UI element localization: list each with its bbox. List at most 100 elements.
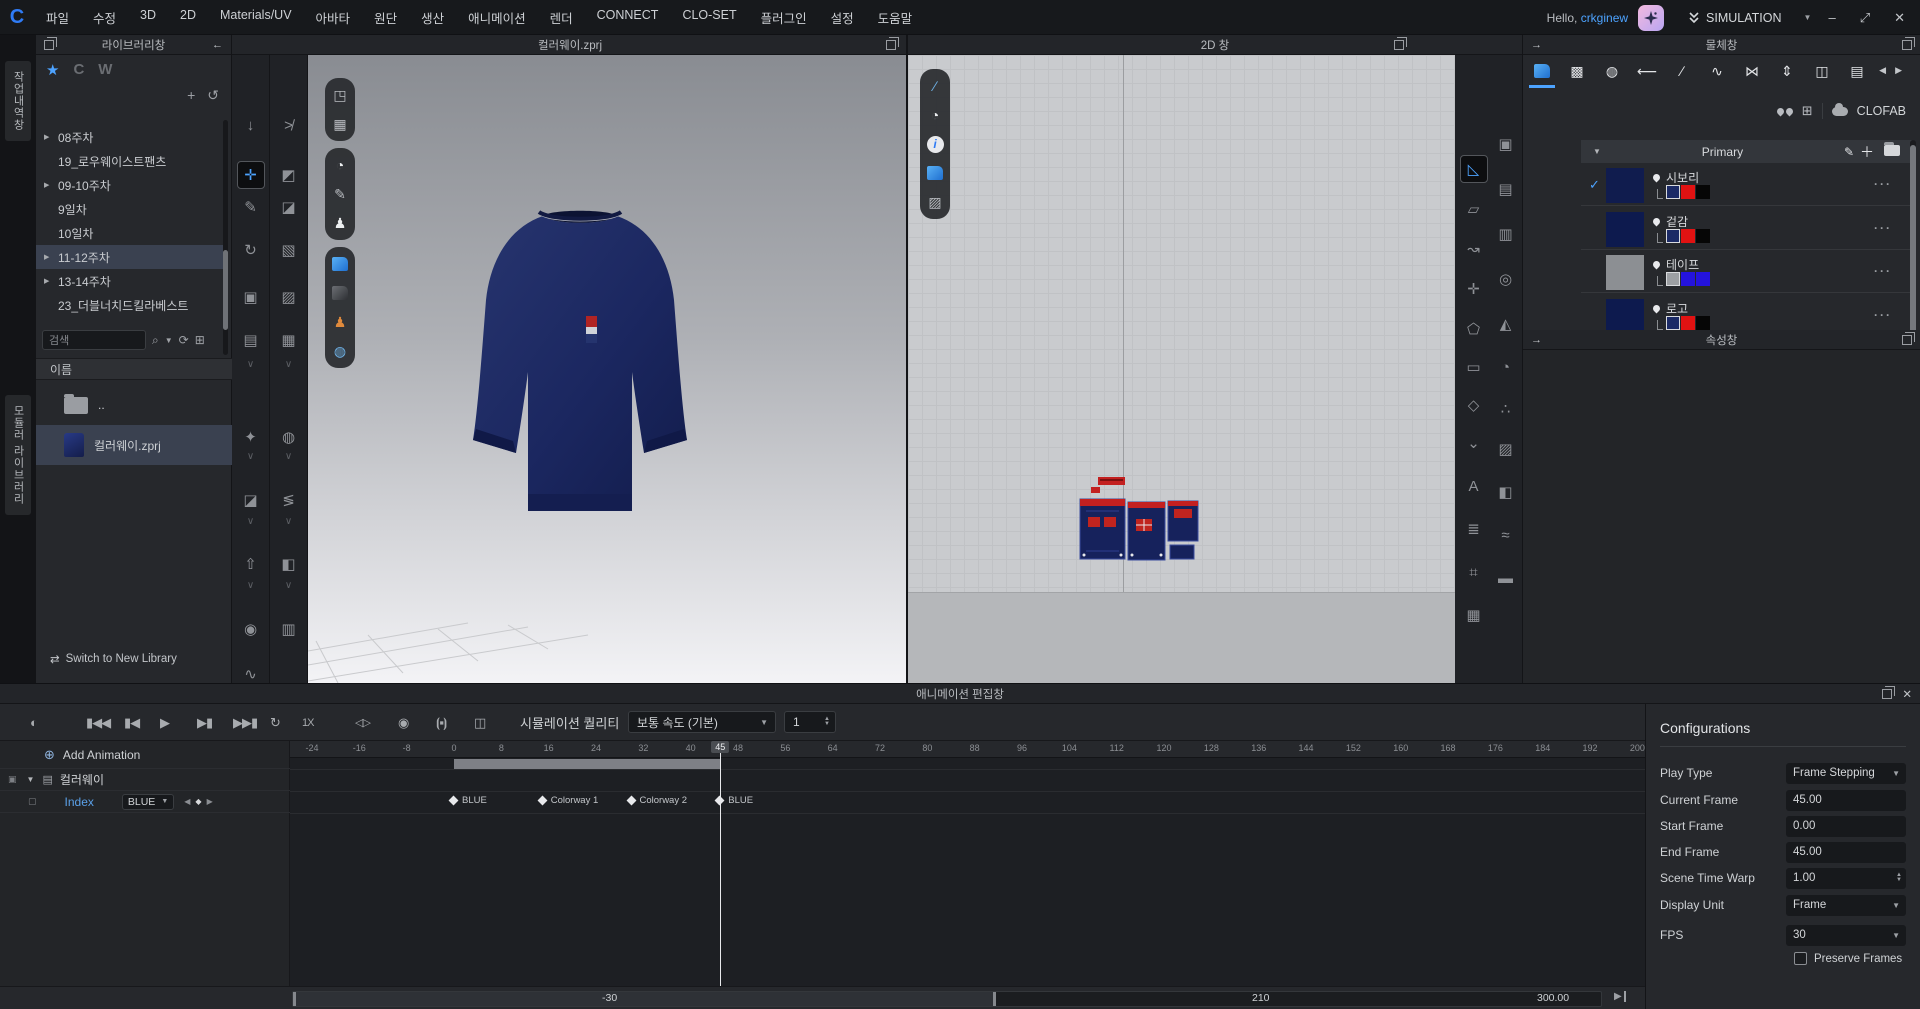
chevron-down-icon[interactable]: ▼ bbox=[1804, 13, 1812, 22]
pin-tool[interactable]: ✦ bbox=[237, 423, 265, 451]
gravity-tool[interactable]: ↓ bbox=[237, 111, 265, 139]
timeline-ruler[interactable]: -24-16-808162432404856647280889610411212… bbox=[290, 741, 1645, 758]
menu-2D[interactable]: 2D bbox=[168, 8, 208, 27]
playhead-frame-flag[interactable]: 45 bbox=[711, 741, 729, 753]
menu-수정[interactable]: 수정 bbox=[81, 8, 128, 27]
button-tool[interactable]: ◍ bbox=[275, 423, 303, 451]
tree-item[interactable]: ▶08주차 bbox=[36, 125, 226, 149]
menu-도움말[interactable]: 도움말 bbox=[866, 8, 925, 27]
fabric-row[interactable]: ✓시보리··· bbox=[1581, 165, 1914, 206]
text-tool[interactable]: A bbox=[1460, 472, 1488, 500]
fabric-row[interactable]: 로고··· bbox=[1581, 296, 1914, 331]
interpolation-button[interactable]: ◁▷ bbox=[355, 704, 370, 741]
dock-right-icon[interactable]: → bbox=[1531, 334, 1542, 346]
ai-assistant-icon[interactable] bbox=[1638, 5, 1664, 31]
colorway-swatch[interactable] bbox=[1696, 185, 1710, 199]
drape-tool[interactable]: ▨ bbox=[275, 283, 303, 311]
strengthen-mesh-tool[interactable]: ⇧ bbox=[237, 550, 265, 578]
viewport-2d[interactable]: ∕◔i▨ bbox=[908, 55, 1455, 683]
library-file-row[interactable]: .. bbox=[36, 385, 232, 425]
padding-tab[interactable]: ◫ bbox=[1811, 60, 1833, 82]
colorway-swatch[interactable] bbox=[1681, 229, 1695, 243]
minimize-button[interactable]: – bbox=[1821, 10, 1842, 25]
preserve-frames-checkbox[interactable]: Preserve Frames bbox=[1794, 952, 1902, 965]
fit-range-icon[interactable]: ▶ bbox=[1614, 991, 1626, 1002]
segment-sew-tool[interactable]: ▣ bbox=[1492, 130, 1520, 158]
mn-sew-tool[interactable]: ▥ bbox=[1492, 220, 1520, 248]
tabs-scroll-right-icon[interactable]: ▶ bbox=[1895, 65, 1902, 76]
free-sew-tool[interactable]: ▤ bbox=[1492, 175, 1520, 203]
collapse-left-icon[interactable]: ← bbox=[212, 39, 223, 51]
collapse-chevron[interactable]: ∨ bbox=[237, 357, 265, 371]
playhead-line[interactable] bbox=[720, 741, 721, 986]
shirt-tool[interactable]: ◔ bbox=[1492, 353, 1520, 381]
colorway-swatch[interactable] bbox=[1696, 316, 1710, 330]
colorway-swatch[interactable] bbox=[1696, 229, 1710, 243]
library-scrollbar[interactable] bbox=[223, 120, 228, 355]
keyframe-marker[interactable]: Colorway 1 bbox=[539, 795, 599, 806]
fps-input[interactable]: 30▼ bbox=[1786, 925, 1906, 946]
fit-tool[interactable]: ▦ bbox=[275, 326, 303, 354]
connect-library-icon[interactable]: W bbox=[98, 61, 112, 79]
close-icon[interactable]: ✕ bbox=[1902, 687, 1912, 701]
reshape-tool[interactable]: ✎ bbox=[237, 193, 265, 221]
detect-sew-tool[interactable]: ◎ bbox=[1492, 265, 1520, 293]
prev-frame-button[interactable]: ▮◀ bbox=[124, 704, 139, 741]
sew-segment-tool[interactable]: ▣ bbox=[237, 283, 265, 311]
add-keyframe-icon[interactable]: ◆ bbox=[195, 797, 201, 806]
detach-icon[interactable] bbox=[44, 40, 54, 50]
show-garment-icon[interactable]: ◔ bbox=[925, 105, 945, 125]
pattern-pieces[interactable] bbox=[1078, 475, 1203, 570]
environment-globe-icon[interactable]: ◍ bbox=[330, 341, 350, 361]
seam-tape-tool[interactable]: ▬ bbox=[1492, 564, 1520, 592]
track-group-row[interactable]: ▣ ▼ ▤ 컬러웨이 bbox=[0, 769, 290, 791]
tree-item[interactable]: ▶09-10주차 bbox=[36, 173, 226, 197]
notch-tool[interactable]: ⌄ bbox=[1460, 429, 1488, 457]
add-point-tool[interactable]: ✛ bbox=[1460, 275, 1488, 303]
add-folder-icon[interactable]: + bbox=[187, 87, 195, 104]
play-type-input[interactable]: Frame Stepping▼ bbox=[1786, 763, 1906, 784]
row-menu-icon[interactable]: ··· bbox=[1874, 221, 1892, 235]
collapse-chevron[interactable]: ∨ bbox=[275, 357, 303, 371]
speed-1x-button[interactable]: 1X bbox=[302, 704, 313, 741]
tape-tab[interactable]: ▤ bbox=[1846, 60, 1868, 82]
detach-icon[interactable] bbox=[1394, 40, 1404, 50]
simulation-mode-selector[interactable]: SIMULATION ▼ bbox=[1688, 11, 1811, 25]
fold-tool[interactable]: ◪ bbox=[275, 193, 303, 221]
checkbox-icon[interactable] bbox=[1794, 952, 1807, 965]
menu-3D[interactable]: 3D bbox=[128, 8, 168, 27]
expand-arrow-icon[interactable]: ▼ bbox=[27, 775, 35, 784]
tree-item[interactable]: 9일차 bbox=[36, 197, 226, 221]
show-pattern-icon[interactable]: ✎ bbox=[330, 184, 350, 204]
spinner-arrows-icon[interactable]: ▲▼ bbox=[824, 717, 830, 727]
tab-modular-library[interactable]: 모듈러 라이브러리 bbox=[5, 395, 31, 515]
colorway-swatch[interactable] bbox=[1666, 316, 1680, 330]
row-menu-icon[interactable]: ··· bbox=[1874, 264, 1892, 278]
sew-free-tool[interactable]: ▤ bbox=[237, 326, 265, 354]
collapse-chevron[interactable]: ∨ bbox=[237, 449, 265, 463]
collapse-chevron[interactable]: ∨ bbox=[275, 514, 303, 528]
collapse-chevron[interactable]: ∨ bbox=[275, 449, 303, 463]
transform-pattern-tool[interactable]: ◺ bbox=[1460, 155, 1488, 183]
polygon-tool[interactable]: ⬠ bbox=[1460, 315, 1488, 343]
garment-3d-sweatshirt[interactable] bbox=[440, 200, 720, 550]
fabric-view-icon[interactable] bbox=[925, 163, 945, 183]
wind-tool[interactable]: ◩ bbox=[275, 161, 303, 189]
hatch-shirt-tool[interactable]: ▨ bbox=[1492, 435, 1520, 463]
zipper-tool[interactable]: ≶ bbox=[275, 486, 303, 514]
track-value-dropdown[interactable]: BLUE ▼ bbox=[122, 794, 174, 810]
pattern-tab[interactable]: ▩ bbox=[1566, 60, 1588, 82]
menu-파일[interactable]: 파일 bbox=[34, 8, 81, 27]
fold-arrangement-tool[interactable]: ◪ bbox=[237, 486, 265, 514]
capture-range-button[interactable]: ⦗▪⦘ bbox=[436, 704, 446, 741]
colorway-swatch[interactable] bbox=[1666, 185, 1680, 199]
tabs-scroll-left-icon[interactable]: ◀ bbox=[1879, 65, 1886, 76]
measure-tool[interactable]: ⌗ bbox=[1460, 558, 1488, 586]
prev-keyframe-icon[interactable]: ◀ bbox=[184, 797, 190, 806]
colorway-swatch[interactable] bbox=[1696, 272, 1710, 286]
fabric-view-icon[interactable] bbox=[330, 254, 350, 274]
keyframe-marker[interactable]: BLUE bbox=[716, 795, 753, 806]
trim-tool[interactable]: ◧ bbox=[275, 550, 303, 578]
undo-icon[interactable]: ↺ bbox=[207, 87, 219, 104]
keyframe-toggle-icon[interactable]: ▢ bbox=[28, 796, 37, 807]
